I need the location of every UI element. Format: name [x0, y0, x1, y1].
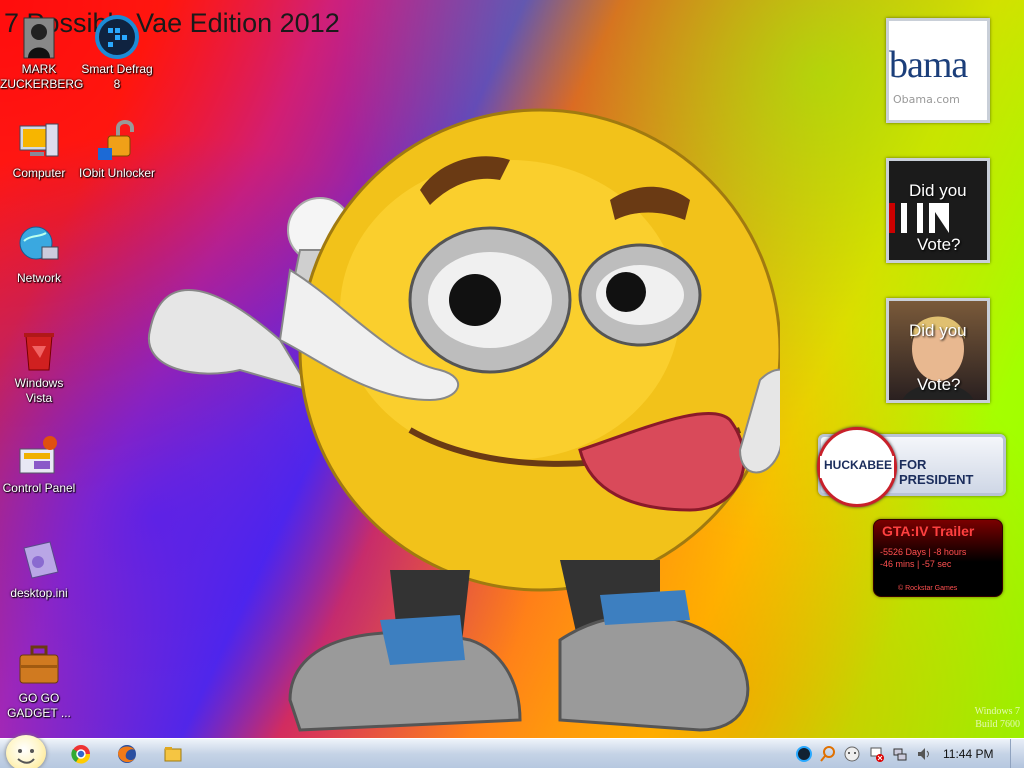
- desktop-icon-mark-zuckerberg[interactable]: MARK ZUCKERBERG: [0, 14, 84, 92]
- tray-volume-icon[interactable]: [916, 746, 932, 762]
- taskbar-clock[interactable]: 11:44 PM: [943, 747, 993, 761]
- unlock-icon: [94, 118, 140, 164]
- smiley-character-wallpaper: [147, 108, 780, 732]
- gta-credit: © Rockstar Games: [898, 585, 958, 592]
- gta-title: GTA:IV Trailer: [882, 523, 975, 539]
- desktop-icon-label: MARK ZUCKERBERG: [0, 62, 84, 91]
- recycle-bin-icon: [16, 328, 62, 374]
- desktop: 7 Possible Vae Edition 2012 MARK ZUCKERB…: [0, 0, 1024, 738]
- defrag-icon: [94, 14, 140, 60]
- vote-gadget-line2: Vote?: [917, 375, 961, 394]
- computer-icon: [16, 118, 62, 164]
- desktop-icon-computer[interactable]: Computer: [0, 118, 78, 181]
- vote-gadget-line1: Did you: [909, 181, 967, 200]
- taskbar-explorer-button[interactable]: [160, 742, 186, 766]
- desktop-icon-go-go-gadget[interactable]: GO GO GADGET ...: [0, 643, 78, 721]
- desktop-icon-network[interactable]: Network: [0, 223, 78, 286]
- tray-search-icon[interactable]: [820, 746, 836, 762]
- taskbar: 11:44 PM: [0, 735, 1024, 768]
- desktop-icon-iobit-unlocker[interactable]: IObit Unlocker: [78, 118, 156, 181]
- desktop-icon-label: Network: [16, 271, 61, 285]
- desktop-icon-windows-vista[interactable]: Windows Vista: [0, 328, 78, 406]
- settings-file-icon: [16, 538, 62, 584]
- desktop-icon-label: IObit Unlocker: [78, 166, 156, 180]
- vote-gadget-line2: Vote?: [917, 235, 961, 254]
- tray-flag-icon[interactable]: [868, 746, 884, 762]
- gta-countdown-gadget[interactable]: GTA:IV Trailer -5526 Days | -8 hours -46…: [873, 519, 1003, 597]
- obama-gadget[interactable]: bama Obama.com: [886, 18, 990, 123]
- obama-url-text: Obama.com: [893, 93, 960, 106]
- show-desktop-button[interactable]: [1010, 739, 1024, 768]
- folder-icon: [164, 747, 182, 762]
- desktop-icon-smart-defrag[interactable]: Smart Defrag 8: [78, 14, 156, 92]
- start-button[interactable]: [6, 735, 46, 768]
- briefcase-icon: [16, 643, 62, 689]
- tray-smiley-icon[interactable]: [844, 746, 860, 762]
- tray-network-icon[interactable]: [892, 746, 908, 762]
- desktop-icon-label: Computer: [12, 166, 66, 180]
- network-globe-icon: [16, 223, 62, 269]
- person-icon: [16, 14, 62, 60]
- taskbar-chrome-button[interactable]: [68, 742, 94, 766]
- taskbar-firefox-button[interactable]: [114, 742, 140, 766]
- desktop-icon-label: GO GO GADGET ...: [7, 691, 71, 720]
- obama-logo-text: bama: [889, 44, 968, 86]
- gta-countdown-line1: -5526 Days | -8 hours: [880, 547, 967, 557]
- huckabee-name: HUCKABEE: [824, 458, 893, 472]
- firefox-icon: [118, 745, 136, 763]
- huckabee-seal: HUCKABEE: [817, 427, 897, 507]
- build-watermark: Windows 7 Build 7600: [974, 706, 1020, 730]
- vote-gadget-line1: Did you: [909, 321, 967, 340]
- desktop-icon-desktop-ini[interactable]: desktop.ini: [0, 538, 78, 601]
- smiley-start-icon: [17, 749, 35, 764]
- tray-defrag-icon[interactable]: [796, 746, 812, 762]
- vote-gadget-2[interactable]: Did you Vote?: [886, 298, 990, 403]
- desktop-icon-label: Windows Vista: [14, 376, 64, 405]
- huckabee-gadget[interactable]: HUCKABEE FOR PRESIDENT: [817, 427, 1006, 507]
- desktop-icon-label: desktop.ini: [10, 586, 68, 600]
- vote-gadget-1[interactable]: Did you Vote?: [886, 158, 990, 263]
- desktop-icon-control-panel[interactable]: Control Panel: [0, 433, 78, 496]
- huckabee-tagline: FOR PRESIDENT: [899, 457, 974, 487]
- gta-countdown-line2: -46 mins | -57 sec: [880, 559, 952, 569]
- chrome-icon: [71, 745, 91, 764]
- control-panel-icon: [16, 433, 62, 479]
- desktop-icon-label: Control Panel: [2, 481, 76, 495]
- desktop-icon-label: Smart Defrag 8: [81, 62, 153, 91]
